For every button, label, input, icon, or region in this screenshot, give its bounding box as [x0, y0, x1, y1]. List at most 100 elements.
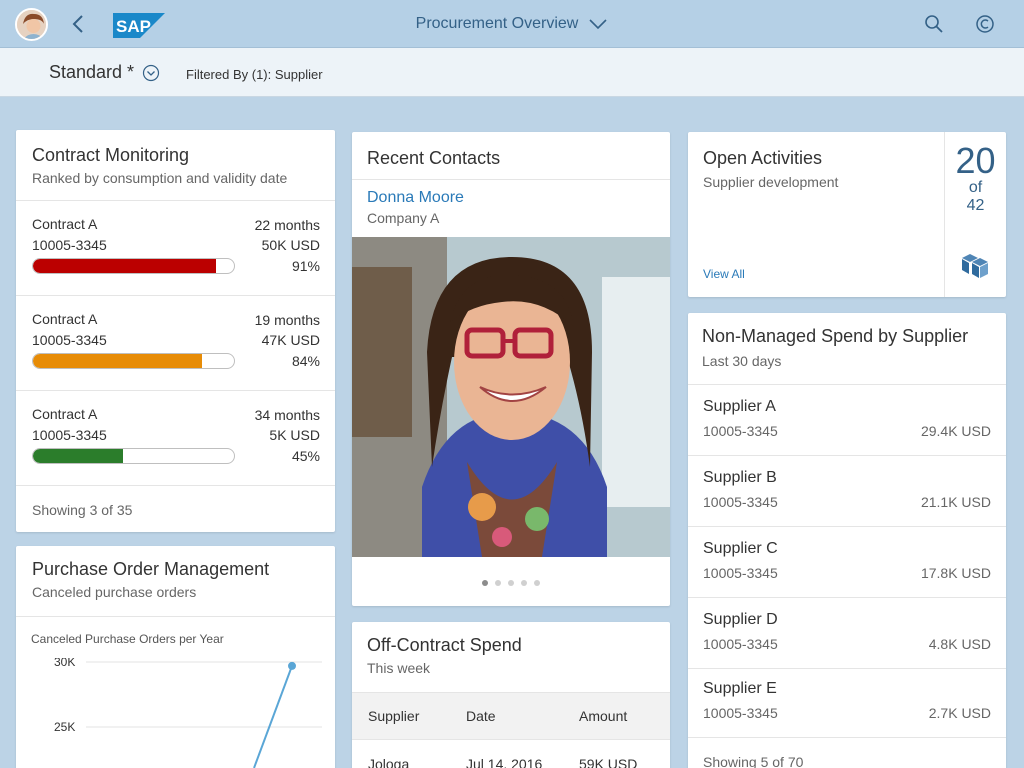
supplier-amount: 17.8K USD [920, 565, 991, 581]
non-managed-spend-card: Non-Managed Spend by Supplier Last 30 da… [688, 313, 1006, 768]
copilot-icon [976, 15, 994, 33]
recent-contacts-header[interactable]: Recent Contacts [352, 132, 670, 180]
card-title: Contract Monitoring [32, 145, 190, 165]
filter-summary[interactable]: Filtered By (1): Supplier [186, 67, 323, 82]
contract-duration: 22 months [254, 217, 320, 233]
cell-amount: 59K USD [579, 756, 638, 768]
contract-percent: 84% [291, 353, 320, 369]
card-subtitle: Supplier development [703, 174, 839, 190]
consumption-bar-fill [33, 354, 202, 368]
contract-monitoring-header[interactable]: Contract Monitoring Ranked by consumptio… [16, 130, 335, 201]
supplier-name: Supplier B [703, 469, 777, 486]
carousel-dot[interactable] [508, 580, 514, 586]
app-title-menu[interactable]: Procurement Overview [416, 15, 609, 33]
carousel-dot[interactable] [534, 580, 540, 586]
card-title: Open Activities [703, 148, 823, 168]
supplier-item[interactable]: Supplier E 10005-3345 2.7K USD [688, 668, 1006, 737]
back-button[interactable] [68, 12, 90, 36]
supplier-name: Supplier C [703, 540, 778, 557]
kpi-panel: 20 of 42 [944, 132, 1006, 297]
carousel-dot[interactable] [521, 580, 527, 586]
card-title: Recent Contacts [367, 148, 501, 168]
contract-monitoring-card: Contract Monitoring Ranked by consumptio… [16, 130, 335, 532]
column-header-supplier[interactable]: Supplier [368, 708, 419, 724]
recent-contacts-card: Recent Contacts Donna Moore Company A [352, 132, 670, 606]
contract-name: Contract A [32, 216, 98, 232]
supplier-name: Supplier D [703, 611, 778, 628]
supplier-item[interactable]: Supplier C 10005-3345 17.8K USD [688, 526, 1006, 597]
card-subtitle: Last 30 days [702, 353, 782, 369]
sap-logo[interactable]: SAP [113, 13, 165, 38]
activity-icon [962, 254, 988, 278]
variant-name: Standard * [49, 62, 135, 82]
supplier-count: Showing 5 of 70 [703, 754, 804, 768]
supplier-item[interactable]: Supplier B 10005-3345 21.1K USD [688, 455, 1006, 526]
contract-amount: 5K USD [269, 427, 320, 443]
column-header-amount[interactable]: Amount [579, 708, 627, 724]
card-title: Non-Managed Spend by Supplier [702, 326, 969, 346]
consumption-bar [32, 448, 235, 464]
chevron-down-icon [589, 19, 607, 30]
supplier-id: 10005-3345 [703, 565, 778, 581]
table-header: Supplier Date Amount [352, 692, 670, 740]
supplier-id: 10005-3345 [703, 636, 778, 652]
contract-item[interactable]: Contract A 10005-3345 22 months 50K USD … [16, 201, 335, 296]
variant-selector[interactable]: Standard * [49, 62, 160, 83]
shell-bar: SAP Procurement Overview [0, 0, 1024, 48]
supplier-name: Supplier E [703, 680, 777, 697]
contract-id: 10005-3345 [32, 237, 107, 253]
copilot-button[interactable] [974, 13, 996, 35]
open-activities-card[interactable]: Open Activities Supplier development Vie… [688, 132, 1006, 297]
card-title: Purchase Order Management [32, 559, 270, 579]
table-row[interactable]: Jologa Jul 14, 2016 59K USD [352, 740, 670, 768]
supplier-amount: 21.1K USD [920, 494, 991, 510]
supplier-item[interactable]: Supplier D 10005-3345 4.8K USD [688, 597, 1006, 668]
consumption-bar [32, 258, 235, 274]
cell-supplier: Jologa [368, 756, 410, 768]
supplier-amount: 2.7K USD [928, 705, 991, 721]
chevron-down-circle-icon [142, 64, 160, 81]
consumption-bar-fill [33, 449, 124, 463]
supplier-item[interactable]: Supplier A 10005-3345 29.4K USD [688, 384, 1006, 455]
card-subtitle: Canceled purchase orders [32, 584, 197, 600]
view-all-link[interactable]: View All [703, 267, 745, 281]
contract-name: Contract A [32, 311, 98, 327]
contract-percent: 45% [291, 448, 320, 464]
supplier-amount: 4.8K USD [928, 636, 991, 652]
column-header-date[interactable]: Date [466, 708, 496, 724]
card-subtitle: This week [367, 660, 431, 676]
y-tick-label: 30K [54, 658, 75, 669]
smart-filter-bar: Standard * Filtered By (1): Supplier [0, 48, 1024, 97]
carousel-dot[interactable] [495, 580, 501, 586]
sap-logo-text: SAP [116, 17, 151, 36]
supplier-amount: 29.4K USD [920, 423, 991, 439]
supplier-name: Supplier A [703, 398, 776, 415]
purchase-order-card: Purchase Order Management Canceled purch… [16, 546, 335, 768]
search-button[interactable] [923, 13, 945, 35]
search-icon [925, 15, 943, 33]
contact-photo[interactable] [352, 237, 670, 557]
y-tick-label: 25K [54, 720, 75, 734]
canceled-orders-line-chart[interactable]: 30K 25K [16, 658, 335, 768]
carousel-dot[interactable] [482, 580, 488, 586]
carousel-indicator[interactable] [352, 580, 670, 586]
contract-percent: 91% [291, 258, 320, 274]
purchase-order-header[interactable]: Purchase Order Management Canceled purch… [16, 546, 335, 617]
contract-duration: 34 months [254, 407, 320, 423]
off-contract-header[interactable]: Off-Contract Spend This week [352, 622, 670, 692]
card-footer: Showing 3 of 35 [16, 486, 335, 518]
contract-duration: 19 months [254, 312, 320, 328]
back-icon [72, 15, 83, 33]
kpi-count: 20 [955, 140, 996, 181]
chart-label: Canceled Purchase Orders per Year [31, 632, 224, 646]
app-title: Procurement Overview [415, 15, 579, 32]
contract-item[interactable]: Contract A 10005-3345 34 months 5K USD 4… [16, 391, 335, 486]
non-managed-header[interactable]: Non-Managed Spend by Supplier Last 30 da… [688, 313, 1006, 384]
avatar[interactable] [15, 8, 48, 41]
contract-id: 10005-3345 [32, 427, 107, 443]
card-subtitle: Ranked by consumption and validity date [32, 170, 288, 186]
contract-amount: 47K USD [261, 332, 320, 348]
consumption-bar-fill [33, 259, 216, 273]
contract-item[interactable]: Contract A 10005-3345 19 months 47K USD … [16, 296, 335, 391]
contact-name-link[interactable]: Donna Moore [367, 189, 655, 207]
